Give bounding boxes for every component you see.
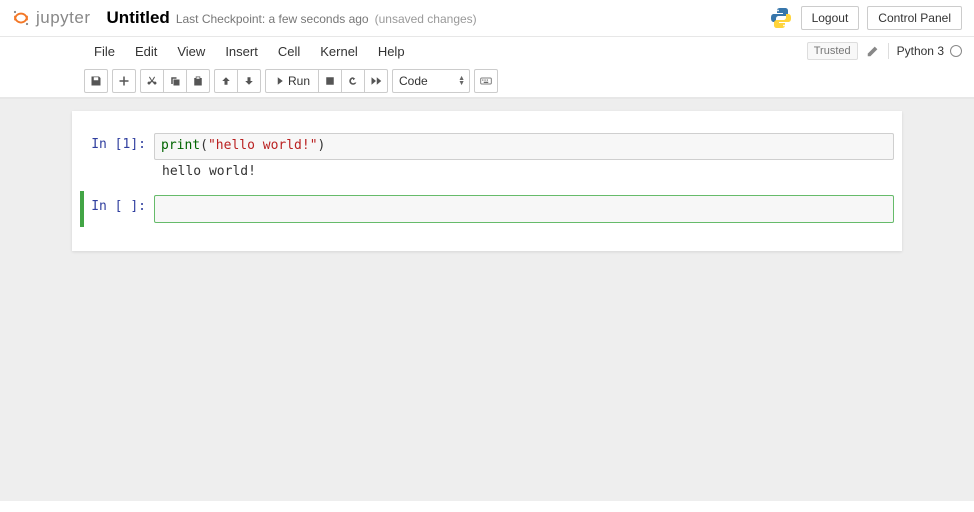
- python-icon: [769, 6, 793, 30]
- header: jupyter Untitled Last Checkpoint: a few …: [0, 0, 974, 37]
- unsaved-text: (unsaved changes): [375, 12, 477, 26]
- kernel-name: Python 3: [897, 44, 944, 58]
- add-cell-button[interactable]: [112, 69, 136, 93]
- cell-input-row: In [ ]:: [80, 195, 894, 223]
- paste-button[interactable]: [186, 69, 210, 93]
- notebook-container: In [1]: print("hello world!") hello worl…: [72, 111, 902, 251]
- divider: [888, 43, 889, 59]
- menubar: File Edit View Insert Cell Kernel Help T…: [0, 37, 974, 65]
- run-button[interactable]: Run: [265, 69, 319, 93]
- trusted-badge[interactable]: Trusted: [807, 42, 858, 60]
- page-background: In [1]: print("hello world!") hello worl…: [0, 99, 974, 501]
- copy-button[interactable]: [163, 69, 187, 93]
- input-area[interactable]: [154, 195, 894, 223]
- move-down-button[interactable]: [237, 69, 261, 93]
- run-group: Run: [265, 69, 388, 93]
- input-prompt: In [1]:: [80, 133, 154, 156]
- run-icon: [274, 76, 284, 86]
- header-right: Logout Control Panel: [769, 6, 962, 30]
- fast-forward-icon: [370, 75, 382, 87]
- stop-icon: [324, 75, 336, 87]
- edit-group: [140, 69, 210, 93]
- input-area[interactable]: print("hello world!"): [154, 133, 894, 160]
- kernel-status-icon: [950, 45, 962, 57]
- menubar-wrap: File Edit View Insert Cell Kernel Help T…: [0, 37, 974, 99]
- logo-text: jupyter: [36, 8, 91, 28]
- celltype-select[interactable]: Code ▲▼: [392, 69, 470, 93]
- arrow-down-icon: [243, 75, 255, 87]
- code-cell[interactable]: In [1]: print("hello world!") hello worl…: [80, 129, 894, 187]
- menu-kernel[interactable]: Kernel: [310, 40, 368, 63]
- celltype-value: Code: [399, 74, 428, 88]
- restart-run-button[interactable]: [364, 69, 388, 93]
- notebook-title[interactable]: Untitled: [107, 8, 170, 28]
- jupyter-icon: [12, 9, 30, 27]
- restart-button[interactable]: [341, 69, 365, 93]
- paste-icon: [192, 75, 204, 87]
- cell-input-row: In [1]: print("hello world!"): [80, 133, 894, 160]
- run-label: Run: [288, 74, 310, 88]
- code-content: [161, 200, 887, 218]
- pencil-icon[interactable]: [866, 44, 880, 58]
- output-area: hello world!: [154, 160, 264, 183]
- move-group: [214, 69, 261, 93]
- copy-icon: [169, 75, 181, 87]
- toolbar: Run Code ▲▼: [0, 65, 974, 98]
- logo[interactable]: jupyter: [12, 8, 91, 28]
- menu-insert[interactable]: Insert: [215, 40, 268, 63]
- cell-output-row: hello world!: [80, 160, 894, 183]
- menubar-right: Trusted Python 3: [807, 42, 962, 60]
- logout-button[interactable]: Logout: [801, 6, 860, 30]
- save-icon: [90, 75, 102, 87]
- output-prompt: [80, 160, 154, 168]
- select-arrows-icon: ▲▼: [458, 76, 465, 86]
- code-cell[interactable]: In [ ]:: [80, 191, 894, 227]
- menu-file[interactable]: File: [84, 40, 125, 63]
- code-content: print("hello world!"): [161, 138, 887, 155]
- input-prompt: In [ ]:: [80, 195, 154, 218]
- move-up-button[interactable]: [214, 69, 238, 93]
- menu-edit[interactable]: Edit: [125, 40, 167, 63]
- restart-icon: [347, 75, 359, 87]
- save-button[interactable]: [84, 69, 108, 93]
- cut-button[interactable]: [140, 69, 164, 93]
- keyboard-icon: [480, 75, 492, 87]
- arrow-up-icon: [220, 75, 232, 87]
- stop-button[interactable]: [318, 69, 342, 93]
- kernel-indicator[interactable]: Python 3: [897, 44, 962, 58]
- control-panel-button[interactable]: Control Panel: [867, 6, 962, 30]
- menu-cell[interactable]: Cell: [268, 40, 310, 63]
- menu-help[interactable]: Help: [368, 40, 415, 63]
- menu-view[interactable]: View: [167, 40, 215, 63]
- plus-icon: [118, 75, 130, 87]
- command-palette-button[interactable]: [474, 69, 498, 93]
- title-area: Untitled Last Checkpoint: a few seconds …: [107, 8, 477, 28]
- cut-icon: [146, 75, 158, 87]
- checkpoint-text: Last Checkpoint: a few seconds ago: [176, 12, 369, 26]
